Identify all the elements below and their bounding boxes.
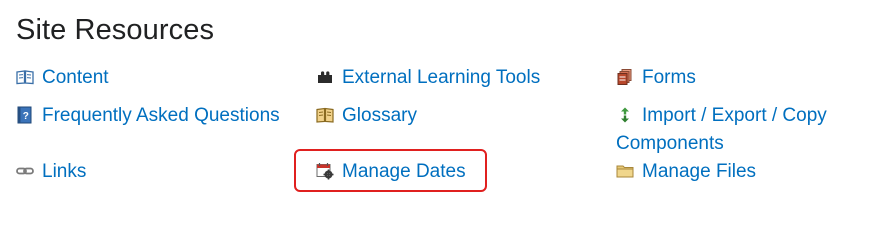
link-import-export-copy[interactable]: Import / Export / Copy Components — [616, 102, 856, 158]
link-links-label: Links — [42, 161, 87, 182]
link-frequently-asked-questions[interactable]: ? Frequently Asked Questions — [16, 102, 280, 130]
link-glossary-label: Glossary — [342, 105, 417, 126]
glossary-book-icon — [316, 106, 334, 124]
link-content-label: Content — [42, 67, 109, 88]
link-links[interactable]: Links — [16, 158, 86, 186]
faq-icon: ? — [16, 106, 34, 124]
book-icon — [16, 68, 34, 86]
link-forms[interactable]: Forms — [616, 64, 696, 92]
link-forms-label: Forms — [642, 67, 696, 88]
svg-text:?: ? — [23, 111, 29, 122]
import-export-icon — [616, 106, 634, 124]
manage-dates-highlight-box — [294, 149, 487, 192]
puzzle-icon — [316, 68, 334, 86]
link-manage-files-label: Manage Files — [642, 161, 757, 182]
link-external-learning-tools-label: External Learning Tools — [342, 67, 541, 88]
link-external-learning-tools[interactable]: External Learning Tools — [316, 64, 540, 92]
section-title: Site Resources — [16, 14, 215, 46]
link-import-export-copy-label: Import / Export / Copy Components — [616, 105, 827, 154]
link-icon — [16, 162, 34, 180]
link-faq-label: Frequently Asked Questions — [42, 105, 280, 126]
link-glossary[interactable]: Glossary — [316, 102, 417, 130]
forms-icon — [616, 68, 634, 86]
link-content[interactable]: Content — [16, 64, 109, 92]
folder-icon — [616, 162, 634, 180]
link-manage-files[interactable]: Manage Files — [616, 158, 756, 186]
